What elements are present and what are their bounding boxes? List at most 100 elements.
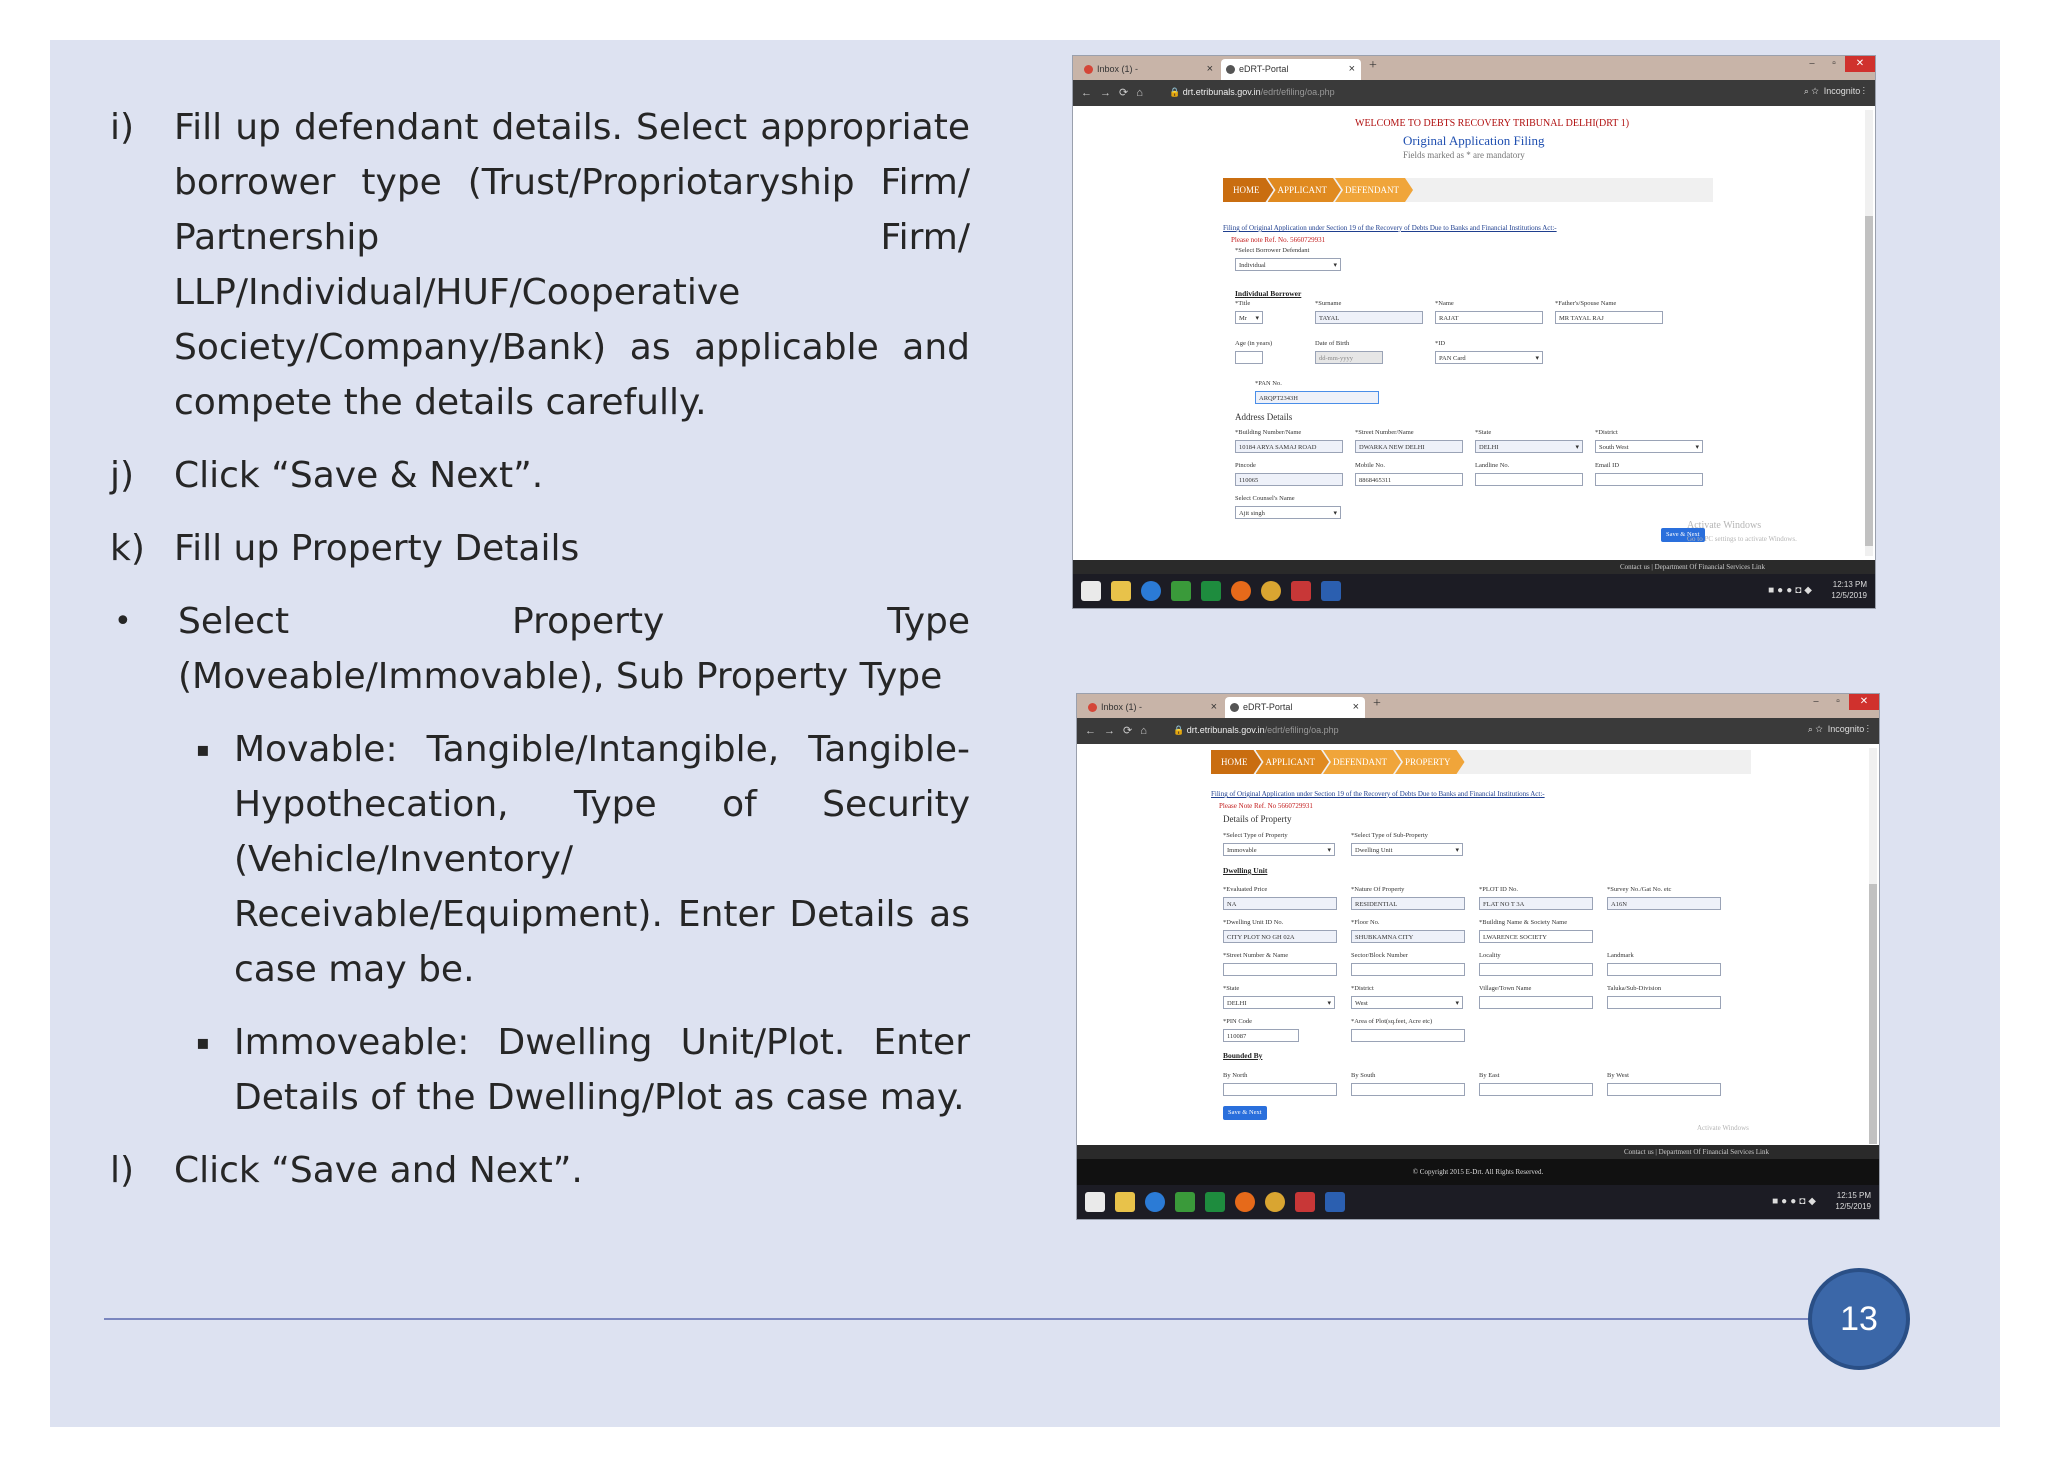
- building-field[interactable]: 10184 ARYA SAMAJ ROAD: [1235, 440, 1343, 453]
- windows-start-icon[interactable]: [1081, 581, 1101, 601]
- item-text: Immoveable: Dwelling Unit/Plot. Enter De…: [234, 1022, 970, 1118]
- village-field[interactable]: [1479, 996, 1593, 1009]
- dwelling-id-field[interactable]: CITY PLOT NO GH 02A: [1223, 930, 1337, 943]
- street-field[interactable]: DWARKA NEW DELHI: [1355, 440, 1463, 453]
- name-field[interactable]: RAJAT: [1435, 311, 1543, 324]
- close-icon[interactable]: ×: [1349, 59, 1355, 80]
- new-tab-icon[interactable]: +: [1373, 696, 1381, 712]
- internet-explorer-icon[interactable]: [1145, 1192, 1165, 1212]
- acrobat-icon[interactable]: [1295, 1192, 1315, 1212]
- state-select[interactable]: DELHI: [1223, 996, 1335, 1009]
- acrobat-icon[interactable]: [1291, 581, 1311, 601]
- title-select[interactable]: Mr: [1235, 311, 1263, 324]
- page-footer-links[interactable]: Contact us | Department Of Financial Ser…: [1073, 560, 1875, 574]
- crumb-home[interactable]: HOME: [1211, 750, 1262, 774]
- close-icon[interactable]: ×: [1353, 697, 1359, 718]
- nav-buttons[interactable]: ←→⟳⌂: [1081, 86, 1151, 99]
- save-next-button[interactable]: Save & Next: [1223, 1106, 1267, 1120]
- counsel-select[interactable]: Ajit singh: [1235, 506, 1341, 519]
- close-window-icon[interactable]: ✕: [1845, 56, 1875, 72]
- crumb-home[interactable]: HOME: [1223, 178, 1274, 202]
- page-footer-links[interactable]: Contact us | Department Of Financial Ser…: [1077, 1145, 1879, 1159]
- close-icon[interactable]: ×: [1211, 697, 1217, 718]
- south-field[interactable]: [1351, 1083, 1465, 1096]
- new-tab-icon[interactable]: +: [1369, 58, 1377, 74]
- windows-start-icon[interactable]: [1085, 1192, 1105, 1212]
- locality-field[interactable]: [1479, 963, 1593, 976]
- age-field[interactable]: [1235, 351, 1263, 364]
- evaluated-price-field[interactable]: NA: [1223, 897, 1337, 910]
- nav-buttons[interactable]: ←→⟳⌂: [1085, 724, 1155, 737]
- chrome-icon[interactable]: [1261, 581, 1281, 601]
- firefox-icon[interactable]: [1235, 1192, 1255, 1212]
- browser-tab-inbox[interactable]: Inbox (1) - rajeev.sinha687@gm×: [1079, 59, 1219, 95]
- street-field[interactable]: [1223, 963, 1337, 976]
- browser-tab-edrt[interactable]: eDRT-Portal ×: [1221, 59, 1361, 80]
- scrollbar-thumb[interactable]: [1869, 884, 1877, 1144]
- maximize-icon[interactable]: ▫: [1823, 56, 1845, 72]
- property-type-select[interactable]: Immovable: [1223, 843, 1335, 856]
- internet-explorer-icon[interactable]: [1141, 581, 1161, 601]
- district-select[interactable]: West: [1351, 996, 1463, 1009]
- chrome-icon[interactable]: [1265, 1192, 1285, 1212]
- url-text[interactable]: 🔒 drt.etribunals.gov.in/edrt/efiling/oa.…: [1169, 87, 1335, 98]
- word-icon[interactable]: [1325, 1192, 1345, 1212]
- nature-field[interactable]: RESIDENTIAL: [1351, 897, 1465, 910]
- activate-windows-watermark: Activate Windows: [1697, 1124, 1749, 1132]
- filing-link[interactable]: Filing of Original Application under Sec…: [1223, 224, 1557, 232]
- store-icon[interactable]: [1201, 581, 1221, 601]
- crumb-applicant[interactable]: APPLICANT: [1256, 750, 1330, 774]
- sub-property-type-select[interactable]: Dwelling Unit: [1351, 843, 1463, 856]
- district-select[interactable]: South West: [1595, 440, 1703, 453]
- borrower-type-select[interactable]: Individual: [1235, 258, 1341, 271]
- system-tray-icons[interactable]: ■●●◘◆: [1772, 1196, 1819, 1207]
- system-tray-icons[interactable]: ■●●◘◆: [1768, 585, 1815, 596]
- survey-field[interactable]: A16N: [1607, 897, 1721, 910]
- page-title: Original Application Filing: [1403, 133, 1545, 148]
- dob-field[interactable]: dd-mm-yyyy: [1315, 351, 1383, 364]
- crumb-defendant[interactable]: DEFENDANT: [1335, 178, 1413, 202]
- building-society-field[interactable]: LWARENCE SOCIETY: [1479, 930, 1593, 943]
- minimize-icon[interactable]: –: [1801, 56, 1823, 72]
- crumb-defendant[interactable]: DEFENDANT: [1323, 750, 1401, 774]
- pincode-field[interactable]: 110065: [1235, 473, 1343, 486]
- excel-icon[interactable]: [1171, 581, 1191, 601]
- area-field[interactable]: [1351, 1029, 1465, 1042]
- landmark-field[interactable]: [1607, 963, 1721, 976]
- pin-code-label: *PIN Code: [1223, 1018, 1253, 1025]
- maximize-icon[interactable]: ▫: [1827, 694, 1849, 710]
- filing-link[interactable]: Filing of Original Application under Sec…: [1211, 790, 1545, 798]
- floor-field[interactable]: SHUBKAMNA CITY: [1351, 930, 1465, 943]
- word-icon[interactable]: [1321, 581, 1341, 601]
- sector-field[interactable]: [1351, 963, 1465, 976]
- crumb-property[interactable]: PROPERTY: [1395, 750, 1464, 774]
- landline-field[interactable]: [1475, 473, 1583, 486]
- browser-tab-edrt[interactable]: eDRT-Portal ×: [1225, 697, 1365, 718]
- browser-tab-inbox[interactable]: Inbox (1) - rajeev.sinha687@gm×: [1083, 697, 1223, 733]
- mobile-field[interactable]: 8868465311: [1355, 473, 1463, 486]
- father-name-field[interactable]: MR TAYAL RAJ: [1555, 311, 1663, 324]
- id-select[interactable]: PAN Card: [1435, 351, 1543, 364]
- east-field[interactable]: [1479, 1083, 1593, 1096]
- excel-icon[interactable]: [1175, 1192, 1195, 1212]
- minimize-icon[interactable]: –: [1805, 694, 1827, 710]
- west-field[interactable]: [1607, 1083, 1721, 1096]
- state-select[interactable]: DELHI: [1475, 440, 1583, 453]
- north-field[interactable]: [1223, 1083, 1337, 1096]
- pan-field[interactable]: ARQPT2343H: [1255, 391, 1379, 404]
- firefox-icon[interactable]: [1231, 581, 1251, 601]
- close-icon[interactable]: ×: [1207, 59, 1213, 80]
- file-explorer-icon[interactable]: [1111, 581, 1131, 601]
- pin-code-field[interactable]: 110087: [1223, 1029, 1299, 1042]
- surname-field[interactable]: TAYAL: [1315, 311, 1423, 324]
- plot-id-field[interactable]: FLAT NO T 3A: [1479, 897, 1593, 910]
- file-explorer-icon[interactable]: [1115, 1192, 1135, 1212]
- screenshot-defendant-form: Inbox (1) - rajeev.sinha687@gm× eDRT-Por…: [1072, 55, 1876, 609]
- close-window-icon[interactable]: ✕: [1849, 694, 1879, 710]
- url-text[interactable]: 🔒 drt.etribunals.gov.in/edrt/efiling/oa.…: [1173, 725, 1339, 736]
- email-field[interactable]: [1595, 473, 1703, 486]
- crumb-applicant[interactable]: APPLICANT: [1268, 178, 1342, 202]
- scrollbar-thumb[interactable]: [1865, 216, 1873, 546]
- taluka-field[interactable]: [1607, 996, 1721, 1009]
- store-icon[interactable]: [1205, 1192, 1225, 1212]
